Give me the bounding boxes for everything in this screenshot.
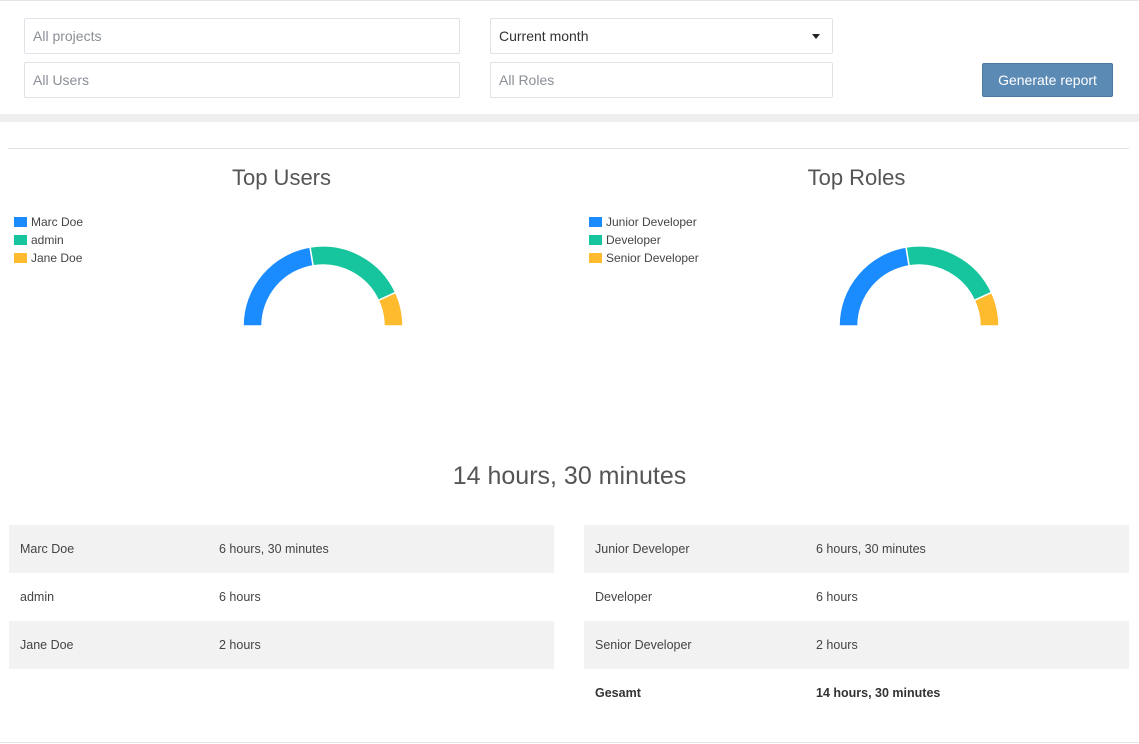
top-roles-legend: Junior Developer Developer Senior Develo… bbox=[589, 213, 699, 267]
total-time-cell: 14 hours, 30 minutes bbox=[816, 686, 941, 700]
legend-label: Junior Developer bbox=[606, 215, 697, 229]
roles-table: Junior Developer 6 hours, 30 minutes Dev… bbox=[584, 525, 1129, 717]
total-label-cell: Gesamt bbox=[595, 686, 641, 700]
user-time-cell: 2 hours bbox=[219, 638, 261, 652]
total-row: Gesamt 14 hours, 30 minutes bbox=[584, 669, 1129, 717]
table-row: admin 6 hours bbox=[9, 573, 554, 621]
role-name-cell: Junior Developer bbox=[595, 542, 690, 556]
user-name-cell: Jane Doe bbox=[20, 638, 74, 652]
role-time-cell: 6 hours bbox=[816, 590, 858, 604]
role-name-cell: Senior Developer bbox=[595, 638, 692, 652]
gauge-slice-admin[interactable] bbox=[309, 245, 397, 302]
legend-swatch bbox=[589, 253, 602, 263]
legend-swatch bbox=[589, 235, 602, 245]
table-row: Jane Doe 2 hours bbox=[9, 621, 554, 669]
gauge-slice-marc-doe[interactable] bbox=[242, 246, 314, 327]
role-name-cell: Developer bbox=[595, 590, 652, 604]
legend-label: Developer bbox=[606, 233, 661, 247]
user-time-cell: 6 hours bbox=[219, 590, 261, 604]
table-row: Senior Developer 2 hours bbox=[584, 621, 1129, 669]
role-time-cell: 2 hours bbox=[816, 638, 858, 652]
legend-item[interactable]: Senior Developer bbox=[589, 249, 699, 267]
divider bbox=[0, 742, 1139, 743]
total-time: 14 hours, 30 minutes bbox=[452, 462, 687, 490]
legend-item[interactable]: Developer bbox=[589, 231, 699, 249]
user-name-cell: Marc Doe bbox=[20, 542, 75, 556]
user-name-cell: admin bbox=[20, 590, 55, 604]
users-table: Marc Doe 6 hours, 30 minutes admin 6 hou… bbox=[9, 525, 554, 669]
top-roles-title: Top Roles bbox=[807, 165, 906, 190]
table-row: Junior Developer 6 hours, 30 minutes bbox=[584, 525, 1129, 573]
role-time-cell: 6 hours, 30 minutes bbox=[816, 542, 926, 556]
table-row: Developer 6 hours bbox=[584, 573, 1129, 621]
legend-label: Senior Developer bbox=[606, 251, 699, 265]
table-row: Marc Doe 6 hours, 30 minutes bbox=[9, 525, 554, 573]
user-time-cell: 6 hours, 30 minutes bbox=[219, 542, 329, 556]
legend-swatch bbox=[589, 217, 602, 227]
legend-item[interactable]: Junior Developer bbox=[589, 213, 699, 231]
